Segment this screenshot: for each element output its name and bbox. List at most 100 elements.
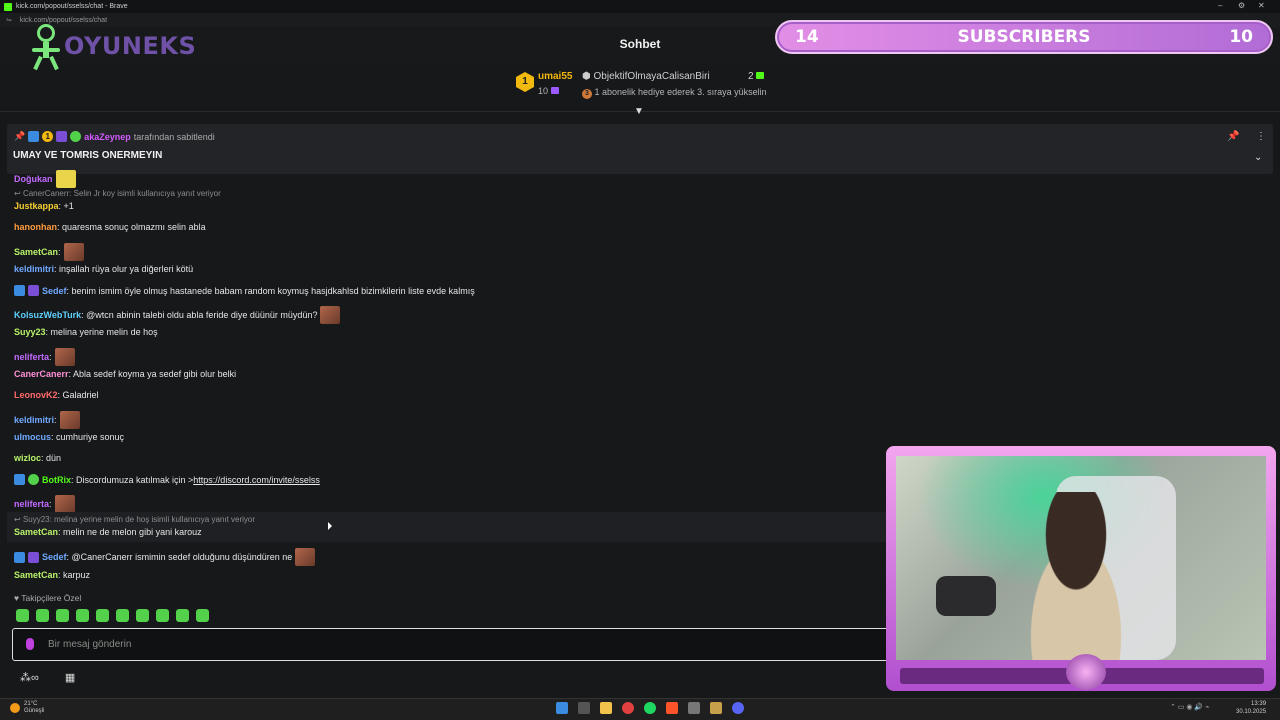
emote-image	[55, 170, 76, 188]
chevron-down-icon[interactable]: ⌄	[1254, 152, 1262, 163]
chat-username[interactable]: Doğukan	[14, 174, 53, 184]
more-options-icon[interactable]: ⋮	[1256, 131, 1266, 142]
file-explorer-icon[interactable]	[600, 702, 612, 714]
chat-username[interactable]: Justkappa	[14, 201, 59, 211]
chat-message: keldimitri:	[14, 411, 80, 429]
emote-button[interactable]	[196, 609, 209, 622]
emote-button[interactable]	[36, 609, 49, 622]
brave-icon[interactable]	[666, 702, 678, 714]
emote-button[interactable]	[56, 609, 69, 622]
chat-username[interactable]: SametCan	[14, 527, 58, 537]
chat-input-placeholder[interactable]: Bir mesaj gönderin	[48, 639, 131, 650]
window-title: kick.com/popout/sselss/chat - Brave	[16, 3, 128, 10]
spotify-icon[interactable]	[644, 702, 656, 714]
page-title: Sohbet	[619, 37, 661, 51]
chat-text: : melina yerine melin de hoş	[45, 327, 158, 337]
chat-input[interactable]	[12, 628, 892, 661]
emote-button[interactable]	[96, 609, 109, 622]
user-2-badge-icon: ⬢	[582, 71, 591, 82]
chat-username[interactable]: Sedef	[42, 286, 67, 296]
chat-username[interactable]: keldimitri	[14, 264, 54, 274]
chat-username[interactable]: keldimitri	[14, 415, 54, 425]
mouse-cursor	[328, 522, 332, 530]
verified-badge-icon	[70, 131, 82, 142]
chat-username[interactable]: BotRix	[42, 475, 71, 485]
chat-username[interactable]: hanonhan	[14, 222, 57, 232]
emote-quick-row	[16, 609, 209, 622]
chat-message: Justkappa: +1	[14, 201, 74, 211]
emote-image	[54, 348, 75, 366]
chat-username[interactable]: LeonovK2	[14, 390, 58, 400]
task-view-icon[interactable]	[578, 702, 590, 714]
moderator-badge-icon	[28, 131, 40, 142]
chat-bottom-icons: ⁂∞ ▦	[20, 671, 75, 684]
chat-message: KolsuzWebTurk: @wtcn abinin talebi oldu …	[14, 306, 341, 324]
chat-text: : quaresma sonuç olmazmı selin abla	[57, 222, 206, 232]
store-icon[interactable]: ▦	[65, 671, 75, 684]
chrome-icon[interactable]	[622, 702, 634, 714]
moderator-badge-icon	[14, 474, 25, 485]
unpin-icon[interactable]: 📌	[1227, 131, 1239, 142]
chat-username[interactable]: KolsuzWebTurk	[14, 310, 81, 320]
followers-only-text: Takipçilere Özel	[21, 593, 82, 603]
discord-link[interactable]: https://discord.com/invite/sselss	[193, 475, 320, 485]
chat-text: : +1	[58, 201, 74, 211]
chat-message: neliferta:	[14, 348, 75, 366]
taskbar-clock[interactable]: 13:39 30.10.2025	[1236, 700, 1266, 716]
chat-text: : Galadriel	[57, 390, 99, 400]
moderator-badge-icon	[14, 285, 25, 296]
minimize-icon[interactable]: –	[1218, 1, 1222, 10]
emote-button[interactable]	[16, 609, 29, 622]
emote-button[interactable]	[176, 609, 189, 622]
pin-icon: 📌	[14, 131, 26, 141]
discord-icon[interactable]	[732, 702, 744, 714]
app-icon[interactable]	[688, 702, 700, 714]
chat-text: :	[54, 415, 57, 425]
system-tray-icons[interactable]: ⌃ ▭ ◉ 🔊 ⌁	[1170, 703, 1209, 711]
weather-widget[interactable]: 21°C Güneşli	[10, 701, 44, 715]
reply-text-2: Suyy23: melina yerine melin de hoş isiml…	[22, 515, 256, 524]
chat-username[interactable]: Suyy23	[14, 327, 46, 337]
chat-username[interactable]: wizloc	[14, 453, 41, 463]
pinner-username[interactable]: akaZeynep	[84, 132, 131, 142]
close-icon[interactable]: ✕	[1258, 1, 1265, 10]
emote-button[interactable]	[76, 609, 89, 622]
site-info-icon[interactable]: ⇋	[6, 16, 12, 24]
chat-username[interactable]: ulmocus	[14, 432, 51, 442]
chat-text: : @wtcn abinin talebi oldu abla feride d…	[81, 310, 318, 320]
collapse-leaderboard-icon[interactable]: ▼	[634, 106, 644, 117]
chat-username[interactable]: SametCan	[14, 570, 58, 580]
app-icon-2[interactable]	[710, 702, 722, 714]
leaderboard-promo: 3 1 abonelik hediye ederek 3. sıraya yük…	[582, 87, 767, 99]
chat-text: :	[49, 499, 52, 509]
leaderboard-user-1[interactable]: umai55	[538, 71, 572, 82]
leaderboard-count-2: 2	[748, 71, 765, 82]
leaderboard-user-2[interactable]: ⬢ ObjektifOlmayaCalisanBiri	[582, 71, 710, 82]
chat-username[interactable]: Sedef	[42, 552, 67, 562]
followers-only-label: ♥ Takipçilere Özel	[14, 593, 82, 603]
sun-icon	[10, 703, 20, 713]
subscriber-badge-icon	[28, 285, 39, 296]
chat-username[interactable]: SametCan	[14, 247, 58, 257]
emote-button[interactable]	[156, 609, 169, 622]
promo-text: 1 abonelik hediye ederek 3. sıraya yükse…	[594, 87, 767, 97]
chat-username[interactable]: neliferta	[14, 499, 49, 509]
chat-text: : inşallah rüya olur ya diğerleri kötü	[54, 264, 194, 274]
chat-text: : karpuz	[58, 570, 91, 580]
chat-text: : Discordumuza katılmak için >	[71, 474, 194, 485]
chat-username[interactable]: neliferta	[14, 352, 49, 362]
chat-text: : benim ismim öyle olmuş hastanede babam…	[66, 285, 475, 296]
webcam-logo-icon	[1066, 654, 1106, 690]
emote-button[interactable]	[116, 609, 129, 622]
kick-points-icon[interactable]: ⁂∞	[20, 671, 39, 684]
settings-icon[interactable]: ⚙	[1238, 1, 1245, 10]
count-1-value: 10	[538, 86, 549, 96]
start-icon[interactable]	[556, 702, 568, 714]
chat-username[interactable]: CanerCanerr	[14, 369, 69, 379]
promo-rank-badge: 3	[582, 89, 592, 99]
microphone-icon[interactable]	[26, 638, 34, 650]
subs-count-right: 10	[1229, 27, 1253, 47]
emote-button[interactable]	[136, 609, 149, 622]
chat-message: ulmocus: cumhuriye sonuç	[14, 432, 124, 442]
user-2-name[interactable]: ObjektifOlmayaCalisanBiri	[594, 71, 710, 82]
